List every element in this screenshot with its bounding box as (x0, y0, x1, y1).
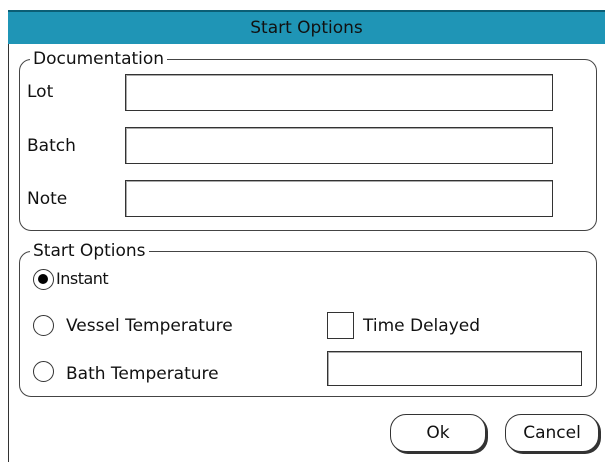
dialog-title: Start Options (250, 18, 363, 38)
batch-label: Batch (27, 136, 76, 156)
dialog-left-border (8, 44, 9, 462)
bath-temperature-label[interactable]: Bath Temperature (66, 364, 219, 384)
documentation-legend: Documentation (33, 49, 165, 69)
ok-button[interactable]: Ok (390, 414, 486, 452)
start-options-legend: Start Options (33, 241, 146, 261)
bath-temperature-field[interactable] (327, 351, 582, 386)
lot-label: Lot (27, 82, 54, 102)
note-field[interactable] (125, 180, 553, 217)
time-delayed-label[interactable]: Time Delayed (363, 316, 480, 336)
time-delayed-checkbox[interactable] (327, 312, 354, 339)
lot-field[interactable] (125, 74, 553, 111)
instant-radio[interactable] (33, 269, 54, 290)
instant-label[interactable]: Instant (56, 269, 109, 288)
bath-temperature-radio[interactable] (33, 361, 54, 382)
dialog-title-bar: Start Options (8, 10, 605, 44)
vessel-temperature-label[interactable]: Vessel Temperature (66, 316, 233, 336)
radio-selected-dot (38, 274, 48, 284)
cancel-button[interactable]: Cancel (505, 414, 599, 452)
vessel-temperature-radio[interactable] (33, 315, 54, 336)
batch-field[interactable] (125, 127, 553, 164)
note-label: Note (27, 189, 68, 209)
